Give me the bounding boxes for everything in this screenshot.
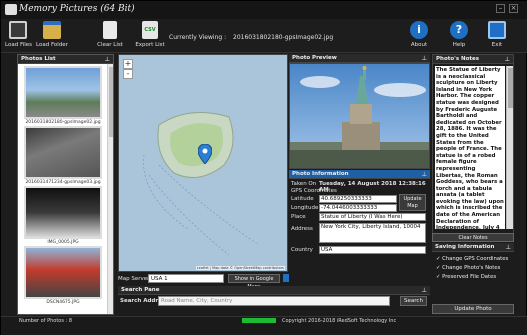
pin-icon[interactable]: ⊥ bbox=[506, 243, 511, 252]
about-button[interactable]: i About bbox=[406, 21, 432, 52]
country-label: Country bbox=[291, 247, 313, 253]
pin-icon[interactable]: ⊥ bbox=[422, 286, 427, 295]
minimize-button[interactable]: – bbox=[496, 4, 505, 13]
update-photo-button[interactable]: Update Photo bbox=[432, 304, 514, 314]
map-server-select[interactable]: USA 1 bbox=[148, 274, 224, 283]
update-map-button[interactable]: Update Map bbox=[399, 194, 426, 211]
map-server-label: Map Server bbox=[118, 276, 150, 282]
change-notes-checkbox[interactable]: ✓ Change Photo's Notes bbox=[436, 265, 500, 271]
country-field[interactable]: USA bbox=[319, 246, 426, 254]
status-bar: Number of Photos : 8 Copyright 2016-2018… bbox=[1, 316, 527, 335]
exit-button[interactable]: Exit bbox=[484, 21, 510, 52]
title-bar: Memory Pictures (64 Bit) – × bbox=[1, 1, 527, 19]
longitude-label: Longitude bbox=[291, 205, 319, 211]
map-server-row: Map Server USA 1 Show in Google Maps bbox=[118, 274, 289, 290]
map-marker-icon[interactable] bbox=[198, 144, 212, 164]
pin-icon[interactable]: ⊥ bbox=[505, 55, 510, 64]
photos-list-title: Photos List ⊥ bbox=[18, 55, 113, 64]
photo-thumbnail[interactable] bbox=[24, 66, 102, 119]
zoom-in-button[interactable]: + bbox=[123, 59, 133, 69]
load-files-icon bbox=[9, 21, 27, 39]
photo-thumbnail[interactable] bbox=[24, 186, 102, 239]
copyright-text: Copyright 2016-2018 iRedSoft Technology … bbox=[282, 318, 397, 324]
photo-information-panel: Photo Information ⊥ Taken On Tuesday, 14… bbox=[289, 170, 430, 285]
photo-caption: IMG_0005.JPG bbox=[47, 240, 79, 245]
photo-thumbnail[interactable] bbox=[24, 126, 102, 179]
search-button[interactable]: Search bbox=[400, 296, 427, 306]
csv-file-icon: CSV bbox=[142, 21, 158, 39]
export-list-button[interactable]: CSV Export List bbox=[133, 21, 167, 52]
photo-notes-panel: Photo's Notes ⊥ The Statue of Liberty is… bbox=[432, 54, 514, 242]
photo-thumbnail[interactable] bbox=[24, 246, 102, 299]
window-title: Memory Pictures (64 Bit) bbox=[19, 4, 135, 14]
saving-information-panel: Saving Information ⊥ ✓ Change GPS Coordi… bbox=[432, 243, 514, 305]
photos-list-scrollbar[interactable] bbox=[107, 64, 113, 314]
pin-icon[interactable]: ⊥ bbox=[422, 54, 427, 63]
photo-notes-title: Photo's Notes ⊥ bbox=[433, 55, 513, 64]
place-field[interactable]: Statue of Liberty (I Was Here) bbox=[319, 213, 426, 221]
exit-icon bbox=[488, 21, 506, 39]
saving-information-title: Saving Information ⊥ bbox=[432, 243, 514, 252]
place-label: Place bbox=[291, 214, 306, 220]
photos-list-panel: Photos List ⊥ 2016031802180-gpsImage02.j… bbox=[17, 54, 114, 315]
longitude-field[interactable]: -74.0446003333333 bbox=[319, 204, 397, 212]
latitude-label: Latitude bbox=[291, 196, 314, 202]
photo-caption: DSCN4675.JPG bbox=[46, 300, 80, 305]
pin-icon[interactable]: ⊥ bbox=[105, 55, 110, 64]
zoom-out-button[interactable]: - bbox=[123, 69, 133, 79]
map-view[interactable]: + - Leaflet | Map data © OpenStreetMap c… bbox=[118, 54, 288, 272]
show-in-google-maps-button[interactable]: Show in Google Maps bbox=[228, 274, 280, 290]
currently-viewing-label: Currently Viewing : bbox=[169, 34, 227, 41]
close-window-button[interactable]: × bbox=[509, 4, 518, 13]
folder-icon bbox=[43, 21, 61, 39]
search-pane-title: Search Pane ⊥ bbox=[118, 286, 430, 295]
map-attribution[interactable]: Leaflet | Map data © OpenStreetMap contr… bbox=[195, 266, 285, 270]
change-gps-checkbox[interactable]: ✓ Change GPS Coordinates bbox=[436, 256, 508, 262]
app-window: Memory Pictures (64 Bit) – × Load Files … bbox=[0, 0, 527, 335]
currently-viewing-value: 2016031802180-gpsImage02.jpg bbox=[233, 34, 334, 41]
taken-on-label: Taken On bbox=[291, 181, 317, 187]
load-folder-button[interactable]: Load Folder bbox=[35, 21, 69, 52]
help-icon: ? bbox=[450, 21, 468, 39]
photo-notes-textarea[interactable]: The Statue of Liberty is a neoclassical … bbox=[435, 66, 505, 229]
search-address-input[interactable]: Road Name, City, Country bbox=[158, 296, 390, 306]
photo-preview-title: Photo Preview ⊥ bbox=[289, 54, 430, 63]
photo-notes-scrollbar[interactable] bbox=[506, 66, 513, 229]
photo-preview-image bbox=[289, 63, 430, 169]
load-files-button[interactable]: Load Files bbox=[5, 21, 32, 52]
help-button[interactable]: ? Help bbox=[446, 21, 472, 52]
pin-icon[interactable]: ⊥ bbox=[422, 170, 427, 179]
statue-photo bbox=[290, 64, 429, 168]
clear-list-icon bbox=[103, 21, 117, 39]
photo-caption: 2016031802180-gpsImage02.jpg bbox=[25, 120, 101, 125]
info-icon: i bbox=[410, 21, 428, 39]
photo-caption: 2016031471234-gpsImage03.jpg bbox=[25, 180, 101, 185]
photo-count: Number of Photos : 8 bbox=[19, 318, 72, 324]
address-field[interactable]: New York City, Liberty Island, 10004 bbox=[319, 223, 426, 243]
clear-notes-button[interactable]: Clear Notes bbox=[432, 233, 514, 242]
app-icon bbox=[5, 4, 17, 15]
gps-coordinates-label: GPS Coordinates bbox=[291, 188, 337, 194]
clear-list-button[interactable]: Clear List bbox=[96, 21, 124, 52]
latitude-field[interactable]: 40.689250333333 bbox=[319, 195, 397, 203]
photo-information-title: Photo Information ⊥ bbox=[289, 170, 430, 179]
address-label: Address bbox=[291, 226, 313, 232]
search-pane: Search Pane ⊥ Search Address Road Name, … bbox=[118, 286, 430, 315]
toolbar: Load Files Load Folder Clear List CSV Ex… bbox=[1, 19, 527, 53]
progress-bar bbox=[242, 318, 276, 323]
preserve-dates-checkbox[interactable]: ✓ Preserved File Dates bbox=[436, 274, 496, 280]
